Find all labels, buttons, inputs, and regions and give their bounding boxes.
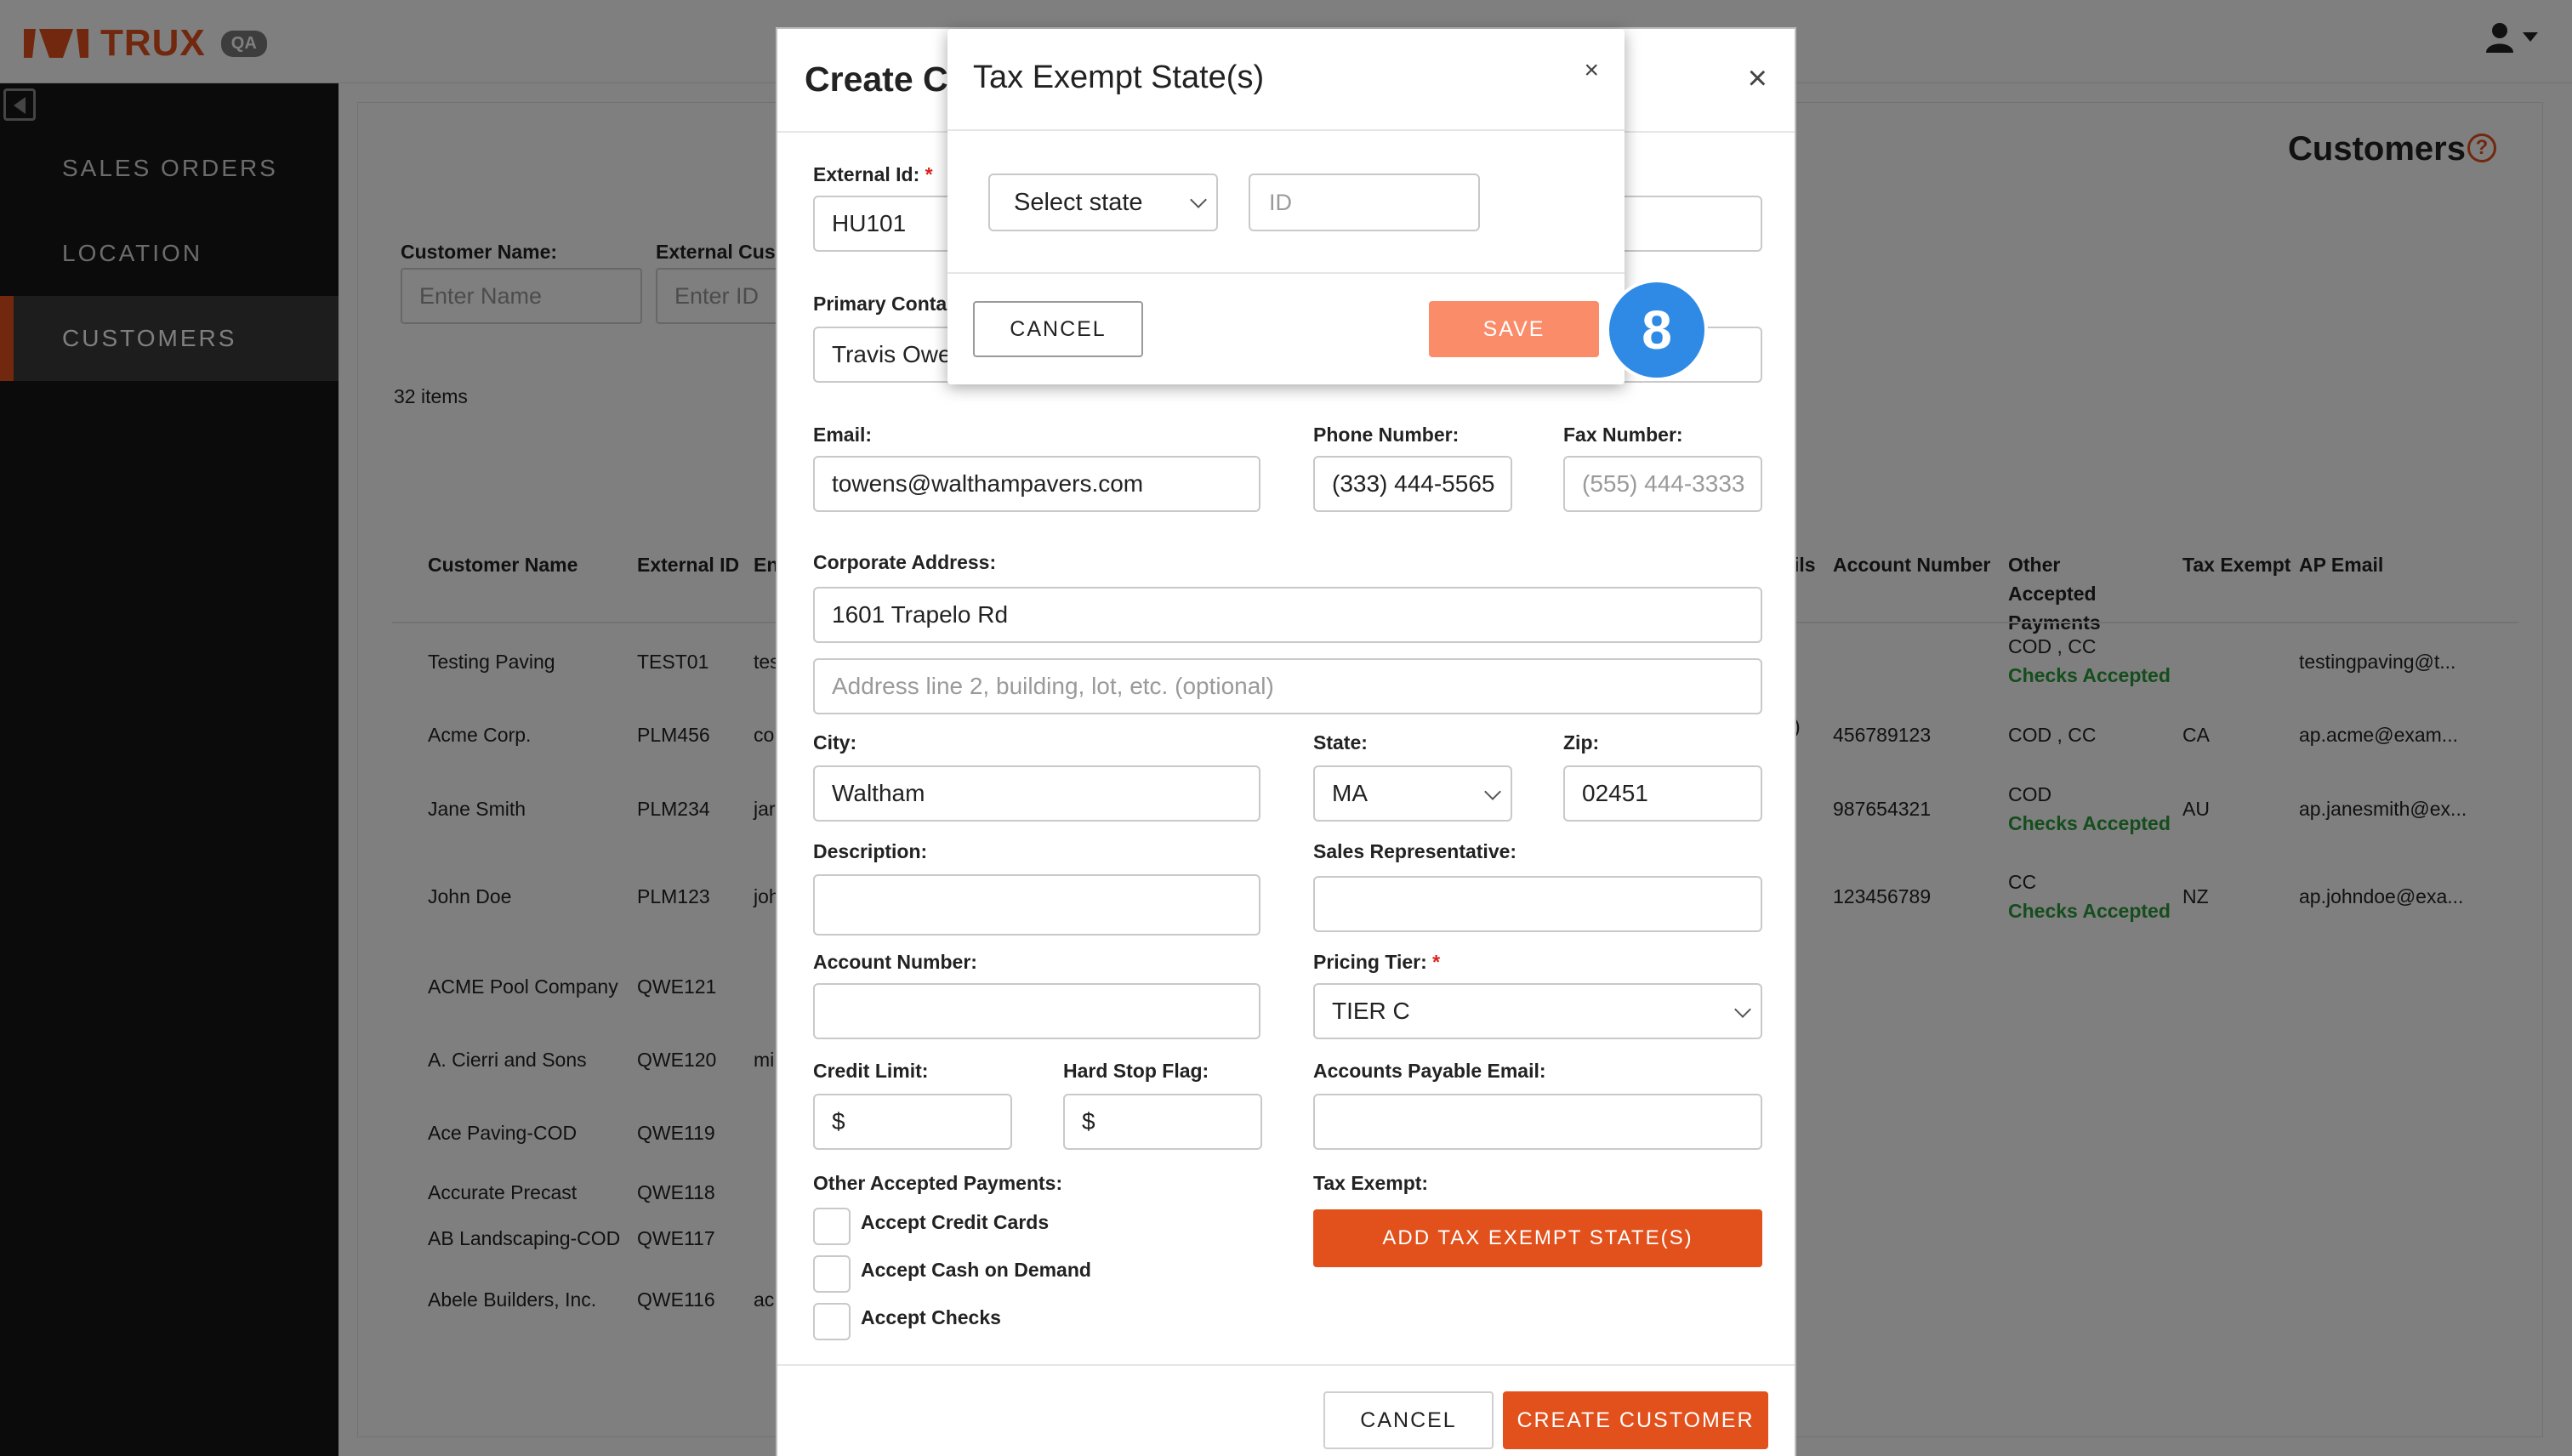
tax-modal-footer-divider [947, 272, 1625, 274]
pricing-tier-select[interactable]: TIER C [1313, 983, 1762, 1039]
state-select-value: MA [1332, 780, 1368, 806]
ap-email-input[interactable] [1313, 1094, 1762, 1150]
required-mark: * [1432, 951, 1441, 973]
phone-input[interactable]: (333) 444-5565 [1313, 456, 1512, 512]
city-label: City: [813, 731, 857, 754]
accept-checks-checkbox[interactable] [813, 1303, 851, 1340]
pricing-tier-label-text: Pricing Tier: [1313, 951, 1427, 973]
step-number-badge: 8 [1606, 279, 1708, 381]
state-select[interactable]: MA [1313, 765, 1512, 822]
address-line2-input[interactable]: Address line 2, building, lot, etc. (opt… [813, 658, 1762, 714]
hard-stop-input[interactable]: $ [1063, 1094, 1262, 1150]
ap-email-label: Accounts Payable Email: [1313, 1060, 1546, 1082]
other-payments-label: Other Accepted Payments: [813, 1172, 1063, 1194]
credit-limit-input[interactable]: $ [813, 1094, 1012, 1150]
email-label: Email: [813, 424, 873, 446]
state-label: State: [1313, 731, 1368, 754]
pricing-tier-label: Pricing Tier: * [1313, 951, 1440, 974]
chevron-down-icon [1190, 191, 1207, 208]
create-customer-cancel-button[interactable]: CANCEL [1323, 1391, 1494, 1449]
required-mark: * [925, 163, 933, 185]
create-customer-close-icon[interactable]: × [1748, 61, 1767, 95]
accept-checks-label: Accept Checks [861, 1306, 1001, 1328]
accept-cod-label: Accept Cash on Demand [861, 1259, 1091, 1281]
accept-credit-checkbox[interactable] [813, 1208, 851, 1245]
tax-modal-header-divider [947, 129, 1625, 131]
account-number-input[interactable] [813, 983, 1260, 1039]
create-customer-title: Create C [805, 60, 948, 99]
add-tax-exempt-button[interactable]: ADD TAX EXEMPT STATE(S) [1313, 1209, 1762, 1267]
pricing-tier-value: TIER C [1332, 998, 1410, 1024]
tax-exempt-modal: Tax Exempt State(s) × Select state ID CA… [947, 29, 1625, 384]
tax-exempt-close-icon[interactable]: × [1584, 56, 1599, 85]
phone-label: Phone Number: [1313, 424, 1460, 446]
accept-credit-label: Accept Credit Cards [861, 1211, 1050, 1233]
account-number-label: Account Number: [813, 951, 977, 973]
chevron-down-icon [1484, 783, 1501, 800]
zip-label: Zip: [1563, 731, 1600, 754]
description-textarea[interactable] [813, 874, 1260, 936]
corporate-address-label: Corporate Address: [813, 551, 997, 573]
external-id-label: External Id: * [813, 163, 933, 186]
fax-label: Fax Number: [1563, 424, 1683, 446]
address-line1-input[interactable]: 1601 Trapelo Rd [813, 587, 1762, 643]
city-input[interactable]: Waltham [813, 765, 1260, 822]
tax-exempt-modal-title: Tax Exempt State(s) [973, 60, 1265, 95]
hard-stop-label: Hard Stop Flag: [1063, 1060, 1209, 1082]
sales-rep-input[interactable] [1313, 876, 1762, 932]
external-id-label-text: External Id: [813, 163, 920, 185]
primary-contact-label: Primary Conta [813, 293, 947, 315]
modal-footer-divider [777, 1364, 1795, 1366]
tax-state-select-value: Select state [1014, 189, 1143, 216]
sales-rep-label: Sales Representative: [1313, 840, 1517, 862]
credit-limit-label: Credit Limit: [813, 1060, 929, 1082]
create-customer-button[interactable]: CREATE CUSTOMER [1503, 1391, 1768, 1449]
chevron-down-icon [1734, 1001, 1751, 1018]
email-input[interactable]: towens@walthampavers.com [813, 456, 1260, 512]
tax-modal-save-button[interactable]: SAVE [1429, 301, 1599, 357]
tax-exempt-label: Tax Exempt: [1313, 1172, 1429, 1194]
accept-cod-checkbox[interactable] [813, 1255, 851, 1293]
zip-input[interactable]: 02451 [1563, 765, 1762, 822]
description-label: Description: [813, 840, 928, 862]
tax-id-input[interactable]: ID [1249, 173, 1480, 231]
tax-modal-cancel-button[interactable]: CANCEL [973, 301, 1143, 357]
fax-input[interactable]: (555) 444-3333 [1563, 456, 1762, 512]
tax-state-select[interactable]: Select state [988, 173, 1218, 231]
